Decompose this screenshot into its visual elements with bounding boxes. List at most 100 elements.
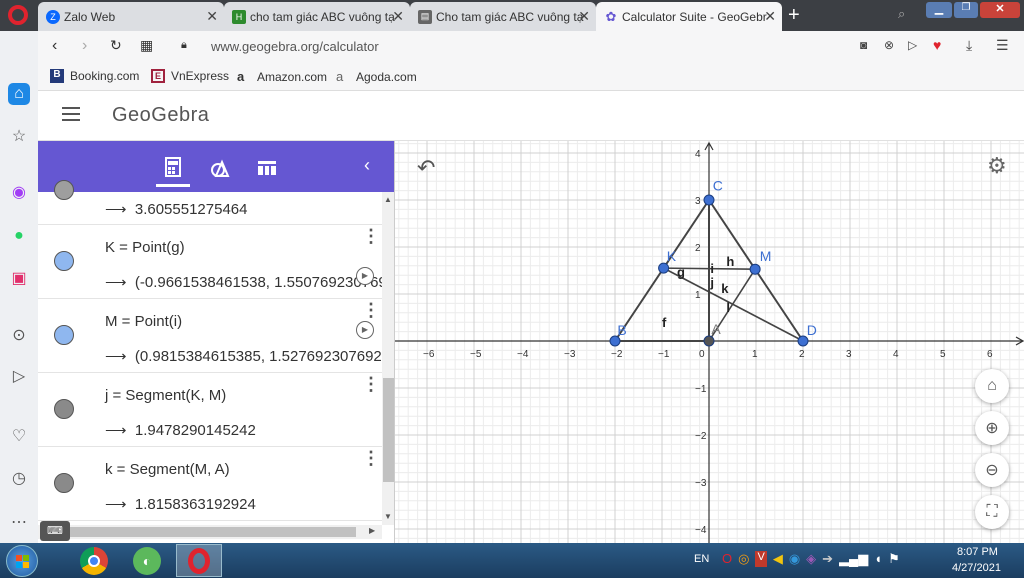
row-definition[interactable]: k = Segment(M, A) bbox=[105, 461, 230, 478]
visibility-toggle[interactable] bbox=[54, 325, 74, 345]
visibility-toggle[interactable] bbox=[54, 251, 74, 271]
algebra-row[interactable]: K = Point(g) ⟶ (-0.9661538461538, 1.5507… bbox=[38, 225, 394, 299]
more-options-icon[interactable]: ⋮ bbox=[362, 301, 380, 319]
calculator-tab-icon[interactable] bbox=[156, 153, 190, 187]
signal-icon[interactable]: ▂▄▆ bbox=[839, 551, 868, 567]
home-icon[interactable]: ⌂ bbox=[8, 83, 30, 105]
minimize-icon[interactable]: ▁ bbox=[926, 2, 952, 18]
animation-play-icon[interactable]: ▶ bbox=[356, 321, 374, 339]
close-tab-icon[interactable]: ✕ bbox=[392, 8, 404, 25]
history-icon[interactable]: ◷ bbox=[8, 467, 30, 489]
row-definition[interactable]: M = Point(i) bbox=[105, 313, 182, 330]
clock-date[interactable]: 4/27/2021 bbox=[952, 562, 1001, 574]
algebra-row[interactable]: M = Point(i) ⟶ (0.9815384615385, 1.52769… bbox=[38, 299, 394, 373]
algebra-row[interactable]: k = Segment(M, A) ⟶ 1.8158363192924 ⋮ bbox=[38, 447, 382, 521]
arrow-tray-icon[interactable]: ➔ bbox=[822, 551, 833, 567]
bookmark-booking[interactable]: B Booking.com bbox=[50, 69, 139, 83]
more-options-icon[interactable]: ⋮ bbox=[362, 449, 380, 467]
horizontal-scrollbar[interactable]: ▶ bbox=[38, 525, 382, 539]
send-icon[interactable]: ▷ bbox=[8, 365, 30, 387]
graphics-view[interactable]: −6 −5 −4 −3 −2 −1 0 1 2 3 4 5 6 4 3 2 1 −1 −2 −3 −4 f g h i j k l A B… bbox=[395, 141, 1024, 543]
close-tab-icon[interactable]: ✕ bbox=[206, 8, 218, 25]
zoom-out-button[interactable]: ⊖ bbox=[975, 453, 1009, 487]
zoom-in-button[interactable]: ⊕ bbox=[975, 411, 1009, 445]
chrome-icon[interactable] bbox=[80, 547, 108, 575]
settings-sliders-icon[interactable]: ☰ bbox=[996, 37, 1009, 54]
point-label-K: K bbox=[667, 248, 677, 264]
close-tab-icon[interactable]: ✕ bbox=[764, 8, 776, 25]
point-label-D: D bbox=[807, 322, 817, 338]
undo-icon[interactable]: ↶ bbox=[417, 155, 435, 181]
table-view-icon[interactable] bbox=[250, 153, 284, 183]
scrollbar-thumb[interactable] bbox=[383, 378, 394, 482]
reload-icon[interactable]: ↻ bbox=[110, 37, 122, 54]
row-definition[interactable]: j = Segment(K, M) bbox=[105, 387, 226, 404]
block-icon[interactable]: ⊗ bbox=[884, 38, 894, 52]
bookmark-agoda[interactable]: a Agoda.com bbox=[336, 69, 417, 84]
scrollbar-thumb[interactable] bbox=[66, 527, 356, 537]
collapse-panel-icon[interactable]: ‹ bbox=[364, 155, 370, 176]
speaker-icon[interactable]: ◖ bbox=[874, 551, 882, 567]
opera-tray-icon[interactable]: O bbox=[722, 551, 732, 567]
download-icon[interactable]: ⤓ bbox=[966, 37, 972, 54]
home-view-button[interactable]: ⌂ bbox=[975, 369, 1009, 403]
instagram-icon[interactable]: ▣ bbox=[8, 267, 30, 289]
search-tabs-icon[interactable]: ⌕ bbox=[898, 6, 905, 22]
vertical-scrollbar[interactable]: ▲ ▼ bbox=[382, 192, 394, 525]
more-icon[interactable]: ⋯ bbox=[8, 511, 30, 533]
player-icon[interactable]: ⊙ bbox=[8, 324, 30, 346]
visibility-toggle[interactable] bbox=[54, 180, 74, 200]
keyboard-toggle-icon[interactable]: ⌨ bbox=[40, 521, 70, 541]
messenger-icon[interactable]: ◉ bbox=[8, 181, 30, 203]
back-icon[interactable]: ‹ bbox=[52, 37, 57, 55]
tab-hoc247[interactable]: H cho tam giác ABC vuông tạ ✕ bbox=[224, 2, 410, 31]
fullscreen-button[interactable]: ⛶ bbox=[975, 495, 1009, 529]
segment-label-k: k bbox=[721, 281, 729, 296]
tab-document[interactable]: ▤ Cho tam giác ABC vuông tạ ✕ bbox=[410, 2, 596, 31]
algebra-row[interactable]: j = Segment(K, M) ⟶ 1.9478290145242 ⋮ bbox=[38, 373, 382, 447]
whatsapp-icon[interactable]: ● bbox=[8, 225, 30, 247]
tray-icons[interactable]: O ◎ V ◀ ◉ ◈ ➔ ▂▄▆ ◖ ⚑ bbox=[722, 551, 900, 567]
opera-logo[interactable] bbox=[8, 5, 28, 25]
app2-tray-icon[interactable]: ◈ bbox=[806, 551, 816, 567]
camera-icon[interactable]: ◙ bbox=[860, 38, 867, 52]
bookmark-amazon[interactable]: a Amazon.com bbox=[237, 69, 327, 84]
more-options-icon[interactable]: ⋮ bbox=[362, 375, 380, 393]
bookmark-vnexpress[interactable]: E VnExpress bbox=[151, 69, 229, 83]
visibility-toggle[interactable] bbox=[54, 473, 74, 493]
maximize-icon[interactable]: ❐ bbox=[954, 2, 978, 18]
coccoc-icon[interactable]: ◐ bbox=[133, 547, 161, 575]
settings-gear-icon[interactable]: ⚙ bbox=[987, 153, 1007, 179]
opera-taskbar-icon[interactable] bbox=[176, 544, 222, 577]
hamburger-menu-icon[interactable] bbox=[62, 107, 80, 121]
visibility-toggle[interactable] bbox=[54, 399, 74, 419]
animation-play-icon[interactable]: ▶ bbox=[356, 267, 374, 285]
language-indicator[interactable]: EN bbox=[694, 553, 709, 565]
geometry-tools-icon[interactable] bbox=[204, 153, 238, 183]
algebra-row[interactable]: ⟶ 3.605551275464 bbox=[38, 180, 382, 225]
more-options-icon[interactable]: ⋮ bbox=[362, 227, 380, 245]
heart-icon[interactable]: ♡ bbox=[8, 425, 30, 447]
star-icon[interactable]: ☆ bbox=[8, 125, 30, 147]
url-text[interactable]: www.geogebra.org/calculator bbox=[211, 39, 379, 54]
unikey-tray-icon[interactable]: V bbox=[755, 551, 767, 567]
tab-zalo[interactable]: Z Zalo Web ✕ bbox=[38, 2, 224, 31]
network-tray-icon[interactable]: ◉ bbox=[789, 551, 800, 567]
tab-geogebra[interactable]: ✿ Calculator Suite - GeoGebr ✕ bbox=[596, 2, 782, 31]
row-definition[interactable]: K = Point(g) bbox=[105, 239, 185, 256]
app-tray-icon[interactable]: ◎ bbox=[738, 551, 749, 567]
share-icon[interactable]: ▷ bbox=[908, 38, 917, 52]
row-value: ⟶ 1.9478290145242 bbox=[105, 422, 256, 439]
close-window-icon[interactable]: ✕ bbox=[980, 2, 1020, 18]
forward-icon[interactable]: › bbox=[82, 37, 87, 55]
tabs-grid-icon[interactable]: ▦ bbox=[140, 37, 153, 54]
volume-icon[interactable]: ◀ bbox=[773, 551, 783, 567]
flag-icon[interactable]: ⚑ bbox=[888, 551, 900, 567]
favorite-icon[interactable]: ♥ bbox=[933, 37, 941, 53]
graphics-canvas[interactable]: −6 −5 −4 −3 −2 −1 0 1 2 3 4 5 6 4 3 2 1 −1 −2 −3 −4 f g hij klA B… bbox=[395, 141, 1024, 543]
clock-time[interactable]: 8:07 PM bbox=[957, 546, 998, 558]
close-tab-icon[interactable]: ✕ bbox=[578, 8, 590, 25]
windows-start-icon[interactable] bbox=[6, 545, 38, 577]
new-tab-icon[interactable]: + bbox=[788, 4, 800, 27]
x-tick-label: 3 bbox=[846, 349, 852, 360]
